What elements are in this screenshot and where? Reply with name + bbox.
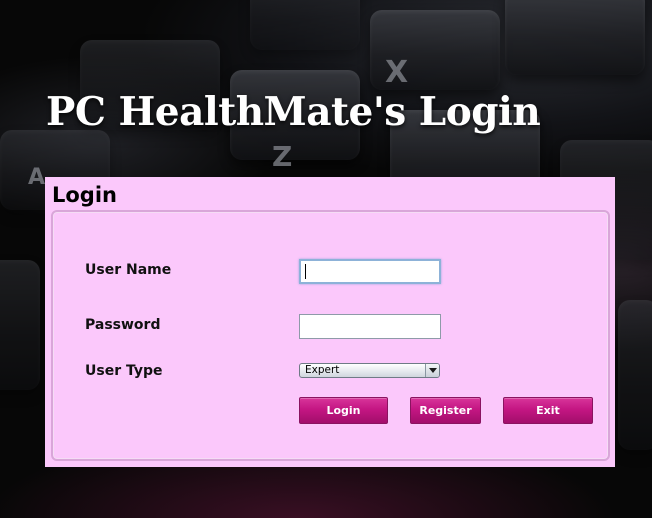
page-title: PC HealthMate's Login — [46, 89, 541, 135]
login-panel-title: Login — [52, 183, 117, 207]
chevron-down-icon[interactable] — [425, 364, 439, 377]
user-type-dropdown[interactable]: Expert — [299, 363, 440, 378]
password-input[interactable] — [299, 314, 441, 339]
username-label: User Name — [85, 262, 172, 278]
register-button[interactable]: Register — [410, 397, 481, 424]
user-type-selected-value: Expert — [305, 364, 340, 376]
exit-button[interactable]: Exit — [503, 397, 593, 424]
key-glyph-x: X — [385, 55, 409, 90]
login-button[interactable]: Login — [299, 397, 388, 424]
username-input[interactable] — [299, 259, 441, 284]
login-panel: Login User Name Password User Type Exper… — [45, 177, 615, 467]
key-glyph-z: Z — [272, 140, 293, 173]
text-cursor — [305, 264, 306, 279]
user-type-label: User Type — [85, 363, 163, 379]
key-glyph-a: A — [28, 165, 46, 190]
password-label: Password — [85, 317, 161, 333]
